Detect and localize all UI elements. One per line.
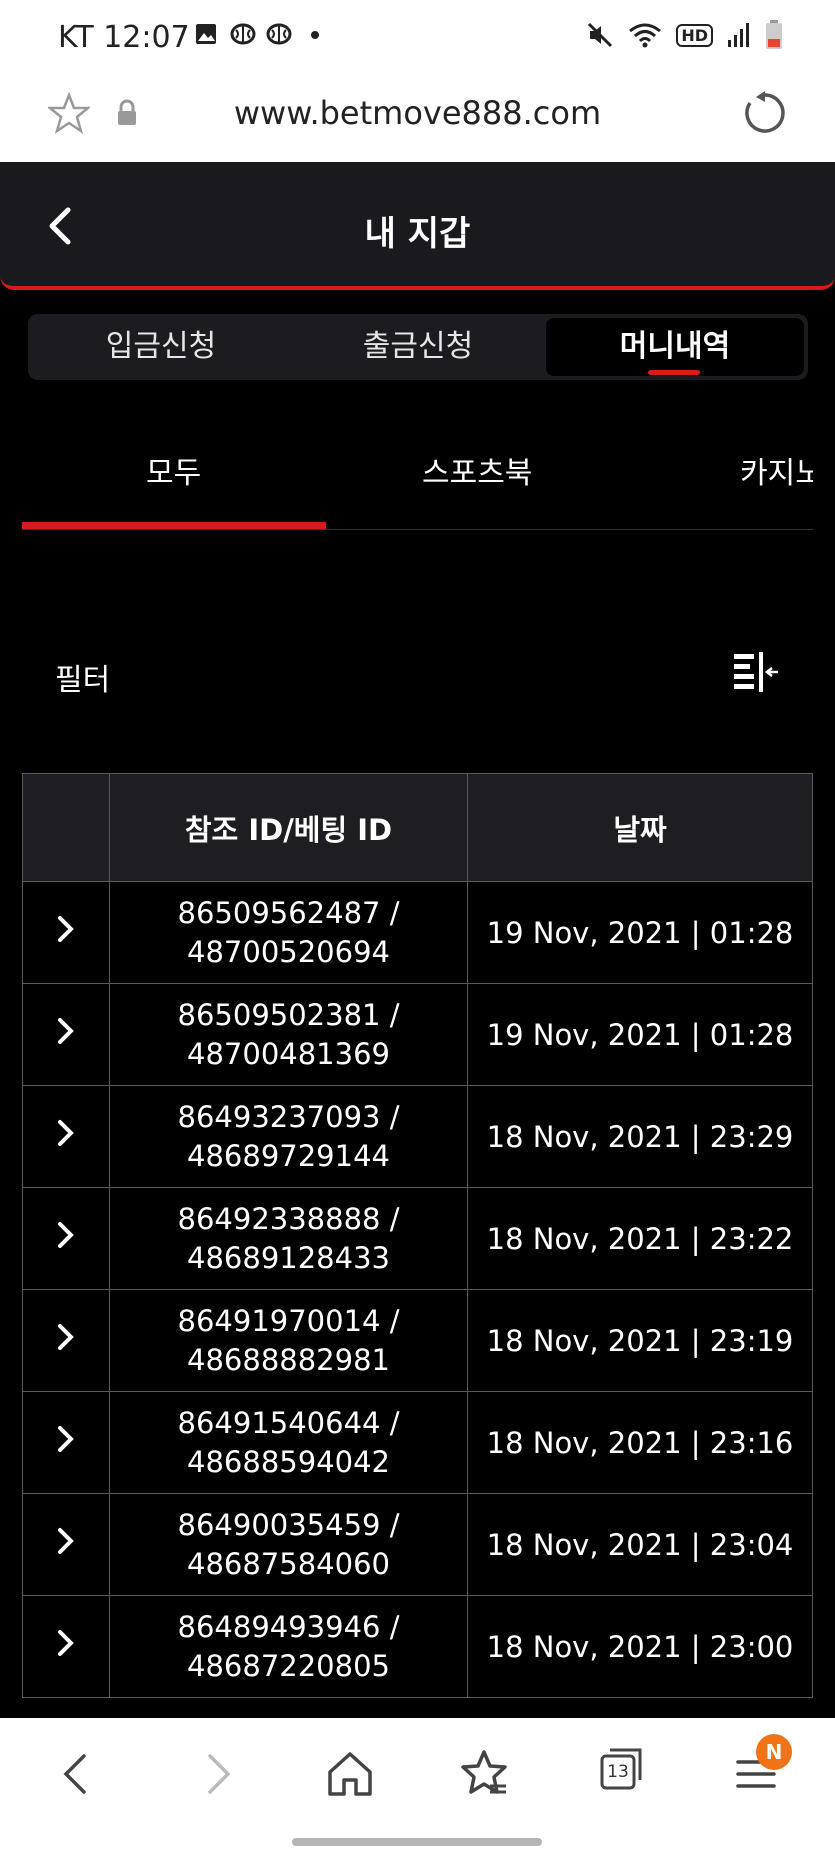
ref-id: 86492338888 / (177, 1201, 400, 1236)
expand-cell[interactable] (22, 1085, 110, 1188)
browser-back-icon[interactable] (50, 1746, 106, 1802)
date-cell: 18 Nov, 2021 | 23:00 (467, 1595, 813, 1698)
table-header-row: 참조 ID/베팅 ID 날짜 (22, 773, 813, 882)
bet-id: 48687584060 (187, 1546, 390, 1581)
subtab-all[interactable]: 모두 (146, 448, 201, 492)
bet-id: 48689729144 (187, 1138, 390, 1173)
expand-cell[interactable] (22, 1595, 110, 1698)
table-row[interactable]: 86509562487 / 48700520694 19 Nov, 2021 | … (22, 881, 813, 984)
chevron-right-icon[interactable] (55, 1016, 77, 1046)
browser-forward-icon[interactable] (188, 1746, 244, 1802)
ref-id-cell: 86489493946 / 48687220805 (109, 1595, 468, 1698)
tab-count: 13 (607, 1762, 629, 1782)
ref-id-cell: 86491540644 / 48688594042 (109, 1391, 468, 1494)
bet-id: 48688882981 (187, 1342, 390, 1377)
ref-id: 86490035459 / (177, 1507, 400, 1542)
ref-id-cell: 86491970014 / 48688882981 (109, 1289, 468, 1392)
bet-id: 48687220805 (187, 1648, 390, 1683)
date-cell: 19 Nov, 2021 | 01:28 (467, 983, 813, 1086)
expand-cell[interactable] (22, 1391, 110, 1494)
bet-id: 48700520694 (187, 934, 390, 969)
ref-id-cell: 86509502381 / 48700481369 (109, 983, 468, 1086)
menu-notification-badge: N (756, 1734, 792, 1770)
expand-cell[interactable] (22, 1493, 110, 1596)
active-segment-indicator (648, 370, 700, 375)
status-right-group: HD (586, 20, 783, 50)
subtab-casino[interactable]: 카지노 (740, 448, 813, 492)
table-row[interactable]: 86493237093 / 48689729144 18 Nov, 2021 | … (22, 1085, 813, 1188)
browser-url-bar: www.betmove888.com (0, 72, 835, 162)
home-icon[interactable] (322, 1746, 378, 1802)
tab-withdraw[interactable]: 출금신청 (289, 318, 547, 376)
subtab-sportsbook[interactable]: 스포츠북 (422, 448, 532, 492)
ref-id-cell: 86493237093 / 48689729144 (109, 1085, 468, 1188)
tab-money-history[interactable]: 머니내역 (546, 318, 804, 376)
mute-icon (588, 22, 613, 48)
tab-deposit[interactable]: 입금신청 (32, 318, 290, 376)
chevron-right-icon[interactable] (55, 1424, 77, 1454)
ref-id: 86491540644 / (177, 1405, 400, 1440)
ref-id: 86489493946 / (177, 1609, 400, 1644)
app-header: 내 지갑 (0, 162, 835, 290)
expand-cell[interactable] (22, 1289, 110, 1392)
table-row[interactable]: 86509502381 / 48700481369 19 Nov, 2021 | … (22, 983, 813, 1086)
url-text[interactable]: www.betmove888.com (0, 94, 835, 132)
filter-label: 필터 (55, 663, 111, 698)
bet-id: 48688594042 (187, 1444, 390, 1479)
bookmark-icon[interactable] (456, 1746, 512, 1802)
hd-indicator: HD (676, 23, 713, 47)
ref-id: 86509502381 / (177, 997, 400, 1032)
chevron-right-icon[interactable] (55, 1118, 77, 1148)
date-cell: 19 Nov, 2021 | 01:28 (467, 881, 813, 984)
expand-cell[interactable] (22, 881, 110, 984)
ref-id-cell: 86490035459 / 48687584060 (109, 1493, 468, 1596)
bet-id: 48700481369 (187, 1036, 390, 1071)
ref-id-column-header: 참조 ID/베팅 ID (109, 773, 468, 882)
table-row[interactable]: 86491970014 / 48688882981 18 Nov, 2021 | … (22, 1289, 813, 1392)
bet-id: 48689128433 (187, 1240, 390, 1275)
table-row[interactable]: 86489493946 / 48687220805 18 Nov, 2021 | … (22, 1595, 813, 1698)
expand-cell[interactable] (22, 1187, 110, 1290)
money-history-table: 참조 ID/베팅 ID 날짜 86509562487 / 48700520694 … (22, 773, 813, 1698)
date-column-header: 날짜 (467, 773, 813, 882)
expand-column-header (22, 773, 110, 882)
filter-icon[interactable] (732, 650, 780, 694)
date-cell: 18 Nov, 2021 | 23:29 (467, 1085, 813, 1188)
home-indicator[interactable] (292, 1838, 542, 1846)
date-cell: 18 Nov, 2021 | 23:16 (467, 1391, 813, 1494)
signal-icon (728, 23, 749, 47)
tabs-icon[interactable]: 13 (598, 1746, 646, 1794)
date-cell: 18 Nov, 2021 | 23:04 (467, 1493, 813, 1596)
date-cell: 18 Nov, 2021 | 23:19 (467, 1289, 813, 1392)
brain-icon (266, 23, 292, 45)
ref-id: 86491970014 / (177, 1303, 400, 1338)
ref-id-cell: 86492338888 / 48689128433 (109, 1187, 468, 1290)
chevron-right-icon[interactable] (55, 1220, 77, 1250)
status-carrier-time: KT 12:07 (58, 20, 190, 55)
date-cell: 18 Nov, 2021 | 23:22 (467, 1187, 813, 1290)
chevron-right-icon[interactable] (55, 1628, 77, 1658)
brain-icon (230, 23, 256, 45)
ref-id: 86509562487 / (177, 895, 400, 930)
chevron-right-icon[interactable] (55, 914, 77, 944)
ref-id: 86493237093 / (177, 1099, 400, 1134)
chevron-right-icon[interactable] (55, 1526, 77, 1556)
ref-id-cell: 86509562487 / 48700520694 (109, 881, 468, 984)
gallery-icon (196, 24, 216, 44)
browser-bottom-nav: 13 (0, 1718, 835, 1856)
status-bar: KT 12:07 HD (0, 0, 835, 72)
table-row[interactable]: 86490035459 / 48687584060 18 Nov, 2021 | … (22, 1493, 813, 1596)
battery-icon (766, 20, 782, 49)
wifi-icon (629, 23, 662, 48)
dot-icon (311, 31, 319, 39)
chevron-right-icon[interactable] (55, 1322, 77, 1352)
table-row[interactable]: 86491540644 / 48688594042 18 Nov, 2021 | … (22, 1391, 813, 1494)
active-subtab-indicator (22, 522, 326, 529)
table-row[interactable]: 86492338888 / 48689128433 18 Nov, 2021 | … (22, 1187, 813, 1290)
expand-cell[interactable] (22, 983, 110, 1086)
page-title: 내 지갑 (364, 214, 471, 254)
reload-icon[interactable] (742, 90, 788, 136)
history-subtabs: 모두 스포츠북 카지노 (22, 420, 813, 530)
